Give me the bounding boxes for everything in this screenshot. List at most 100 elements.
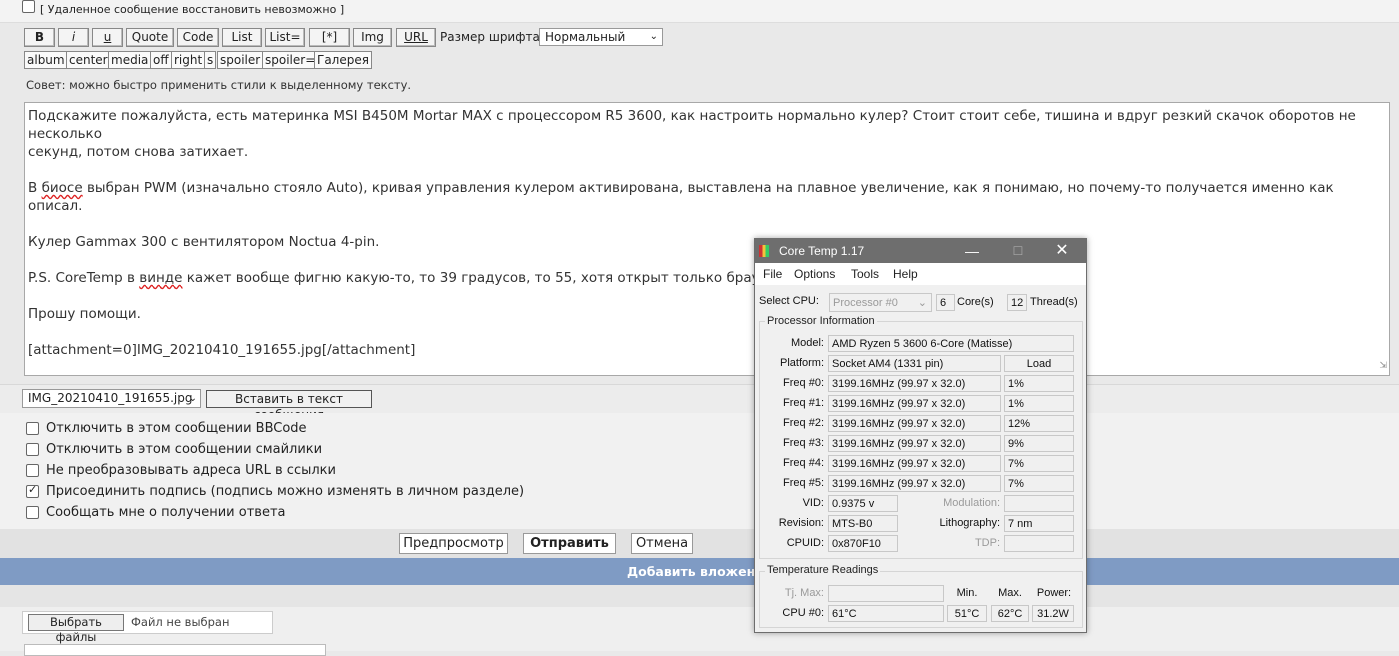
tjmax-label: Tj. Max: xyxy=(784,587,824,599)
checkbox[interactable] xyxy=(26,464,39,477)
checkbox[interactable] xyxy=(26,443,39,456)
choose-files-button[interactable]: Выбрать файлы xyxy=(28,614,124,644)
min-label: Min. xyxy=(956,587,978,599)
list-button[interactable]: List xyxy=(222,28,262,47)
cpuid-value: 0x870F10 xyxy=(828,535,898,552)
tag-media[interactable]: media xyxy=(108,51,152,69)
font-size-select[interactable]: Нормальный ⌄ xyxy=(539,28,663,46)
message-textarea[interactable]: Подскажите пожалуйста, есть материнка MS… xyxy=(24,102,1390,376)
cpu0-temp: 61°C xyxy=(828,605,944,622)
platform-value: Socket AM4 (1331 pin) xyxy=(828,355,1001,372)
tag-gallery[interactable]: Галерея xyxy=(314,51,372,69)
editor-line: В биосе выбран PWM (изначально стояло Au… xyxy=(28,180,1334,214)
checkbox[interactable] xyxy=(26,506,39,519)
img-button[interactable]: Img xyxy=(353,28,392,47)
tag-off[interactable]: off xyxy=(150,51,172,69)
menu-file[interactable]: File xyxy=(763,263,782,285)
menu-tools[interactable]: Tools xyxy=(851,263,879,285)
model-label: Model: xyxy=(790,337,824,349)
freq-load: 1% xyxy=(1004,395,1074,412)
freq-load: 7% xyxy=(1004,455,1074,472)
freq-load: 7% xyxy=(1004,475,1074,492)
restore-checkbox[interactable] xyxy=(22,0,35,13)
freq-load: 12% xyxy=(1004,415,1074,432)
check-icon: ✓ xyxy=(28,483,38,496)
option-attach-signature[interactable]: ✓ Присоединить подпись (подпись можно изм… xyxy=(26,483,524,499)
submit-row xyxy=(0,529,1399,558)
option-disable-bbcode[interactable]: Отключить в этом сообщении BBCode xyxy=(26,421,307,436)
vid-label: VID: xyxy=(802,497,824,509)
freq-label: Freq #1: xyxy=(783,397,824,409)
maximize-icon[interactable]: ☐ xyxy=(1011,239,1025,263)
url-button[interactable]: URL xyxy=(396,28,436,47)
coretemp-menu: File Options Tools Help xyxy=(755,263,1086,285)
tag-s[interactable]: s xyxy=(204,51,217,69)
freq-label: Freq #0: xyxy=(783,377,824,389)
cpu0-power: 31.2W xyxy=(1032,605,1074,622)
vid-value: 0.9375 v xyxy=(828,495,898,512)
style-tip: Совет: можно быстро применить стили к вы… xyxy=(26,78,412,92)
tag-spoiler[interactable]: spoiler xyxy=(217,51,264,69)
option-no-url-links[interactable]: Не преобразовывать адреса URL в ссылки xyxy=(26,463,336,478)
editor-line: Прошу помощи. xyxy=(28,306,141,322)
attachment-select[interactable]: IMG_20210410_191655.jpg ⌄ xyxy=(22,389,201,408)
tag-spoiler-eq[interactable]: spoiler= xyxy=(262,51,319,69)
model-value: AMD Ryzen 5 3600 6-Core (Matisse) xyxy=(828,335,1074,352)
checkbox[interactable] xyxy=(26,422,39,435)
top-strip: [ Удаленное сообщение восстановить невоз… xyxy=(0,0,1399,23)
power-label: Power: xyxy=(1036,587,1072,599)
font-size-value: Нормальный xyxy=(545,30,626,44)
option-notify-reply[interactable]: Сообщать мне о получении ответа xyxy=(26,505,286,520)
bottom-input[interactable] xyxy=(24,644,326,656)
file-input[interactable]: Выбрать файлы Файл не выбран xyxy=(22,611,273,644)
revision-value: MTS-B0 xyxy=(828,515,898,532)
font-size-label: Размер шрифта: xyxy=(440,30,544,44)
cpu0-min: 51°C xyxy=(947,605,987,622)
menu-options[interactable]: Options xyxy=(794,263,835,285)
lithography-label: Lithography: xyxy=(939,517,1000,529)
tdp-label: TDP: xyxy=(974,537,1000,549)
cancel-button[interactable]: Отмена xyxy=(631,533,693,554)
editor-line: [attachment=0]IMG_20210410_191655.jpg[/a… xyxy=(28,342,416,358)
list-eq-button[interactable]: List= xyxy=(265,28,305,47)
coretemp-window[interactable]: Core Temp 1.17 — ☐ ✕ File Options Tools … xyxy=(754,238,1087,633)
modulation-value xyxy=(1004,495,1074,512)
chevron-down-icon: ⌄ xyxy=(917,297,927,309)
tag-album[interactable]: album xyxy=(24,51,68,69)
tdp-value xyxy=(1004,535,1074,552)
bold-button[interactable]: B xyxy=(24,28,55,47)
deleted-note: [ Удаленное сообщение восстановить невоз… xyxy=(40,3,345,16)
list-item-button[interactable]: [*] xyxy=(309,28,350,47)
menu-help[interactable]: Help xyxy=(893,263,918,285)
code-button[interactable]: Code xyxy=(177,28,219,47)
tjmax-value xyxy=(828,585,944,602)
load-header: Load xyxy=(1004,355,1074,372)
checkbox-checked[interactable]: ✓ xyxy=(26,483,39,498)
preview-button[interactable]: Предпросмотр xyxy=(399,533,508,554)
coretemp-titlebar[interactable]: Core Temp 1.17 — ☐ ✕ xyxy=(755,239,1086,263)
chevron-down-icon: ⌄ xyxy=(188,393,197,404)
send-button[interactable]: Отправить xyxy=(523,533,616,554)
tag-right[interactable]: right xyxy=(171,51,206,69)
freq-load: 1% xyxy=(1004,375,1074,392)
editor-line: Кулер Gammax 300 с вентилятором Noctua 4… xyxy=(28,234,380,250)
freq-value: 3199.16MHz (99.97 x 32.0) xyxy=(828,375,1001,392)
close-icon[interactable]: ✕ xyxy=(1054,239,1070,263)
italic-button[interactable]: i xyxy=(58,28,89,47)
cpu-select[interactable]: Processor #0 ⌄ xyxy=(829,293,932,312)
freq-value: 3199.16MHz (99.97 x 32.0) xyxy=(828,395,1001,412)
coretemp-title: Core Temp 1.17 xyxy=(779,244,865,258)
resize-handle-icon[interactable]: ⇲ xyxy=(1379,357,1387,375)
minimize-icon[interactable]: — xyxy=(965,239,979,263)
attachment-file-name: IMG_20210410_191655.jpg xyxy=(28,391,193,405)
underline-button[interactable]: u xyxy=(92,28,123,47)
freq-label: Freq #3: xyxy=(783,437,824,449)
cpu0-max: 62°C xyxy=(991,605,1029,622)
insert-into-message-button[interactable]: Вставить в текст сообщения xyxy=(206,390,372,422)
add-attachments-header[interactable]: Добавить вложения xyxy=(0,558,1399,585)
option-disable-smilies[interactable]: Отключить в этом сообщении смайлики xyxy=(26,442,322,457)
tag-center[interactable]: center xyxy=(66,51,111,69)
freq-value: 3199.16MHz (99.97 x 32.0) xyxy=(828,455,1001,472)
modulation-label: Modulation: xyxy=(943,497,1000,509)
quote-button[interactable]: Quote xyxy=(126,28,174,47)
